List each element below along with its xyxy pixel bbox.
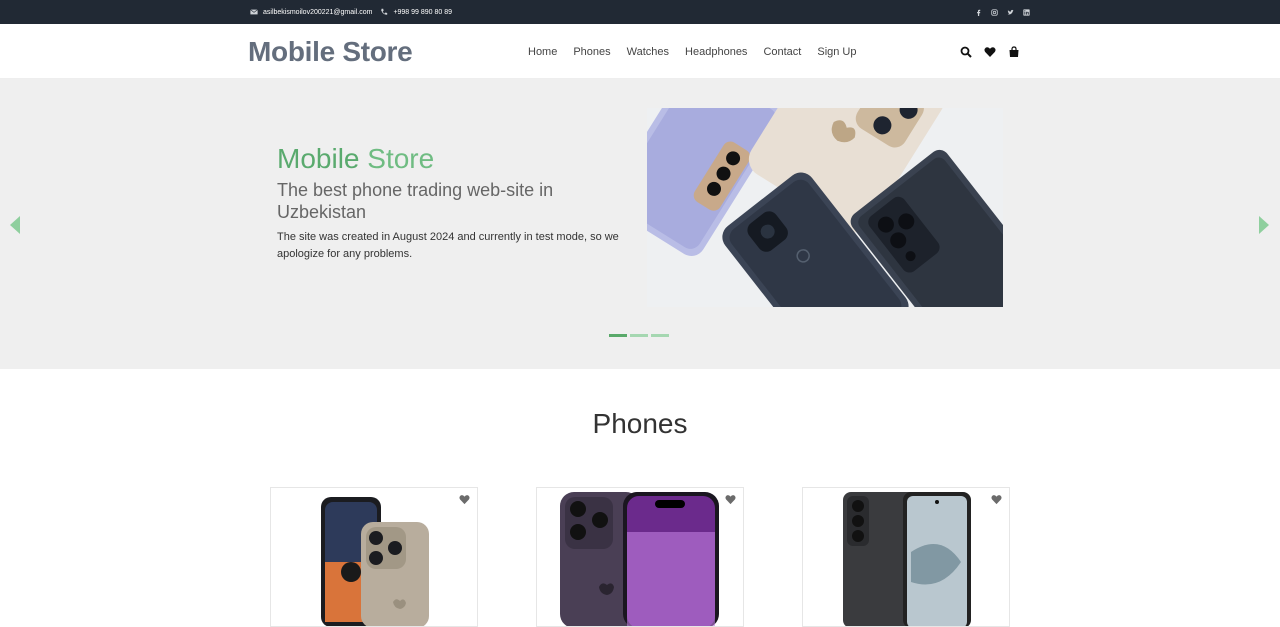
search-icon[interactable]	[960, 46, 972, 58]
product-card[interactable]	[536, 487, 744, 627]
social-links	[975, 8, 1030, 16]
envelope-icon	[250, 9, 258, 15]
carousel-dot-3[interactable]	[651, 334, 669, 337]
carousel-next-arrow-icon[interactable]	[1258, 215, 1270, 235]
product-image-iphone-14-pro	[560, 492, 719, 626]
product-card[interactable]	[802, 487, 1010, 627]
hero-image	[647, 108, 1003, 307]
heart-icon[interactable]	[984, 46, 996, 58]
hero-title: Mobile Store	[277, 143, 627, 175]
phone-text: +998 99 890 80 89	[393, 8, 453, 16]
product-image-samsung-galaxy-s21	[843, 492, 971, 626]
facebook-icon[interactable]	[975, 9, 982, 16]
nav-item-contact[interactable]: Contact	[763, 46, 801, 58]
email-contact[interactable]: asilbekismoilov200221@gmail.com	[250, 8, 372, 16]
nav-menu: Home Phones Watches Headphones Contact S…	[528, 46, 960, 58]
top-bar: asilbekismoilov200221@gmail.com +998 99 …	[0, 0, 1280, 24]
hero-title-store: Store	[367, 143, 435, 174]
nav-actions	[960, 45, 1020, 58]
main-navbar: Mobile Store Home Phones Watches Headpho…	[0, 24, 1280, 79]
nav-item-headphones[interactable]: Headphones	[685, 46, 747, 58]
hero-text: Mobile Store The best phone trading web-…	[277, 143, 627, 263]
carousel-dot-2[interactable]	[630, 334, 648, 337]
carousel-prev-arrow-icon[interactable]	[9, 215, 21, 235]
nav-item-home[interactable]: Home	[528, 46, 557, 58]
wishlist-heart-icon[interactable]	[991, 494, 1002, 505]
phone-icon	[381, 8, 388, 15]
carousel-indicators	[609, 334, 669, 337]
phones-section-title: Phones	[592, 408, 688, 439]
wishlist-heart-icon[interactable]	[459, 494, 470, 505]
product-image-iphone-15-pro	[321, 497, 429, 626]
instagram-icon[interactable]	[991, 8, 998, 16]
hero-carousel: Mobile Store The best phone trading web-…	[0, 79, 1280, 369]
twitter-icon[interactable]	[1007, 9, 1014, 16]
hero-title-mobile: Mobile	[277, 143, 360, 174]
nav-item-phones[interactable]: Phones	[573, 46, 610, 58]
hero-phones-illustration	[647, 108, 1003, 307]
nav-item-signup[interactable]: Sign Up	[817, 46, 856, 58]
email-text: asilbekismoilov200221@gmail.com	[263, 8, 373, 16]
nav-item-watches[interactable]: Watches	[627, 46, 669, 58]
phone-contact[interactable]: +998 99 890 80 89	[380, 8, 452, 16]
contact-info: asilbekismoilov200221@gmail.com +998 99 …	[250, 8, 452, 16]
carousel-dot-1[interactable]	[609, 334, 627, 337]
shopping-bag-icon[interactable]	[1008, 45, 1020, 58]
linkedin-icon[interactable]	[1023, 8, 1030, 16]
hero-subtitle: The best phone trading web-site in Uzbek…	[277, 180, 554, 222]
hero-description: The site was created in August 2024 and …	[277, 231, 619, 260]
product-card[interactable]	[270, 487, 478, 627]
brand-logo[interactable]: Mobile Store	[248, 36, 528, 68]
